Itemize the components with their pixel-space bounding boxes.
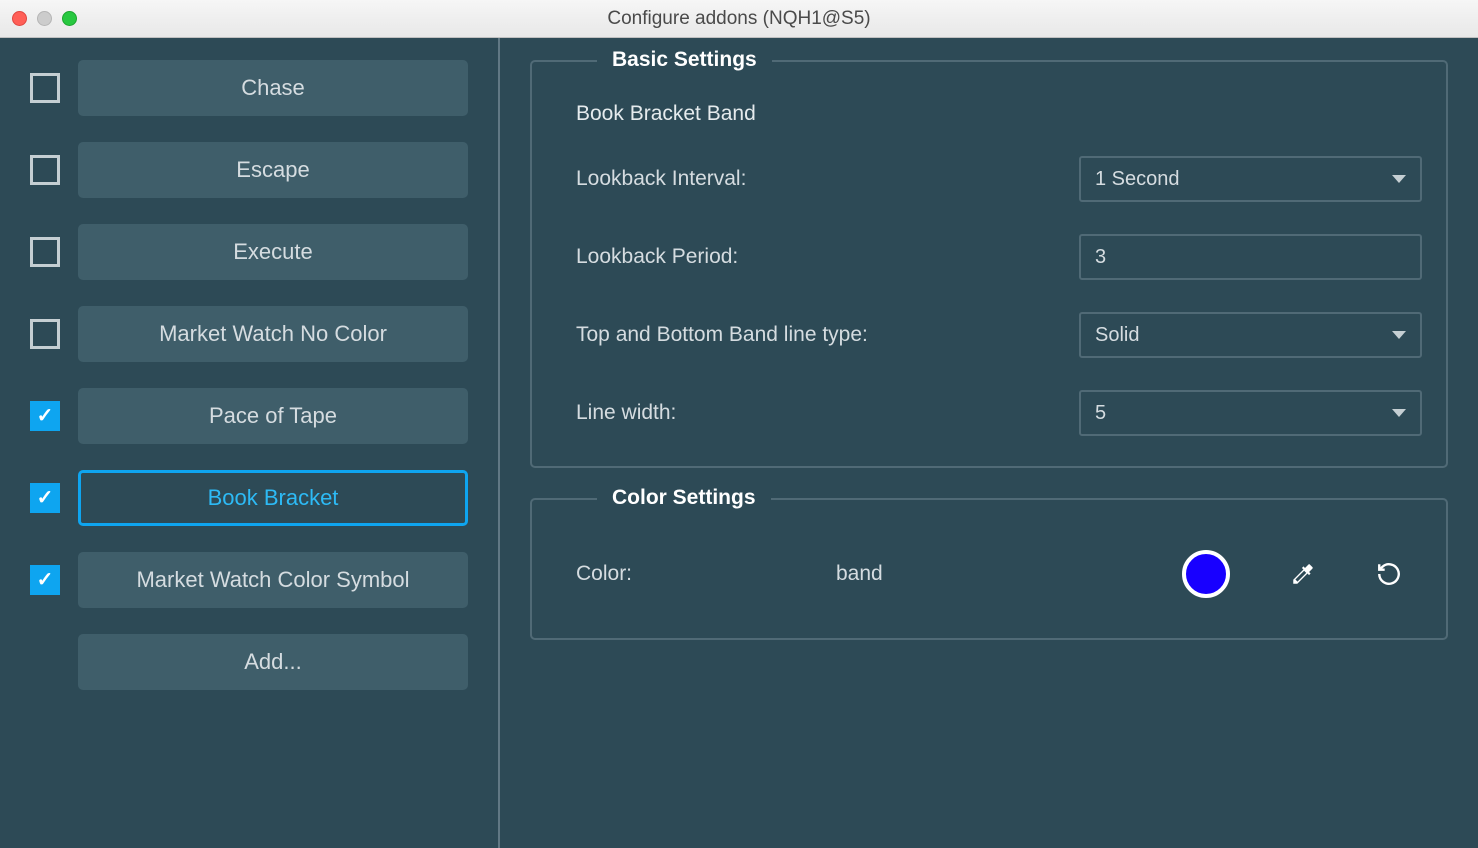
addon-row-market-watch-color-symbol: Market Watch Color Symbol: [30, 552, 468, 608]
addon-button-market-watch-no-color[interactable]: Market Watch No Color: [78, 306, 468, 362]
addon-button-market-watch-color-symbol[interactable]: Market Watch Color Symbol: [78, 552, 468, 608]
addon-row-pace-of-tape: Pace of Tape: [30, 388, 468, 444]
addon-row-escape: Escape: [30, 142, 468, 198]
lookback-period-row: Lookback Period:: [556, 234, 1422, 280]
maximize-window-button[interactable]: [62, 11, 77, 26]
addon-row-book-bracket: Book Bracket: [30, 470, 468, 526]
addon-checkbox-execute[interactable]: [30, 237, 60, 267]
band-line-type-value: Solid: [1095, 324, 1139, 347]
addon-list-panel: Chase Escape Execute Market Watch No Col…: [0, 38, 500, 848]
chevron-down-icon: [1392, 409, 1406, 417]
lookback-interval-value: 1 Second: [1095, 168, 1180, 191]
addon-row-add: Add...: [30, 634, 468, 690]
settings-panel: Basic Settings Book Bracket Band Lookbac…: [500, 38, 1478, 848]
color-label: Color:: [576, 562, 836, 586]
lookback-period-input[interactable]: [1079, 234, 1422, 280]
color-row: Color: band: [556, 530, 1422, 608]
addon-button-chase[interactable]: Chase: [78, 60, 468, 116]
addon-button-execute[interactable]: Execute: [78, 224, 468, 280]
lookback-period-label: Lookback Period:: [556, 245, 1079, 269]
chevron-down-icon: [1392, 175, 1406, 183]
line-width-row: Line width: 5: [556, 390, 1422, 436]
addon-checkbox-pace-of-tape[interactable]: [30, 401, 60, 431]
addon-button-escape[interactable]: Escape: [78, 142, 468, 198]
window-title: Configure addons (NQH1@S5): [607, 8, 870, 30]
addon-checkbox-chase[interactable]: [30, 73, 60, 103]
band-line-type-label: Top and Bottom Band line type:: [556, 323, 1079, 347]
color-settings-legend: Color Settings: [597, 486, 771, 510]
addon-checkbox-escape[interactable]: [30, 155, 60, 185]
addon-checkbox-book-bracket[interactable]: [30, 483, 60, 513]
window-controls: [12, 11, 77, 26]
close-window-button[interactable]: [12, 11, 27, 26]
minimize-window-button[interactable]: [37, 11, 52, 26]
add-addon-button[interactable]: Add...: [78, 634, 468, 690]
chevron-down-icon: [1392, 331, 1406, 339]
addon-button-book-bracket[interactable]: Book Bracket: [78, 470, 468, 526]
color-settings-fieldset: Color Settings Color: band: [530, 498, 1448, 640]
reset-icon[interactable]: [1376, 561, 1402, 587]
lookback-interval-select[interactable]: 1 Second: [1079, 156, 1422, 202]
addon-row-chase: Chase: [30, 60, 468, 116]
settings-title: Book Bracket Band: [576, 102, 1422, 126]
line-width-select[interactable]: 5: [1079, 390, 1422, 436]
line-width-value: 5: [1095, 402, 1106, 425]
addon-checkbox-market-watch-no-color[interactable]: [30, 319, 60, 349]
band-line-type-select[interactable]: Solid: [1079, 312, 1422, 358]
eyedropper-icon[interactable]: [1290, 561, 1316, 587]
addon-button-pace-of-tape[interactable]: Pace of Tape: [78, 388, 468, 444]
checkbox-spacer: [30, 647, 60, 677]
addon-row-market-watch-no-color: Market Watch No Color: [30, 306, 468, 362]
titlebar: Configure addons (NQH1@S5): [0, 0, 1478, 38]
basic-settings-legend: Basic Settings: [597, 48, 772, 72]
line-width-label: Line width:: [556, 401, 1079, 425]
basic-settings-fieldset: Basic Settings Book Bracket Band Lookbac…: [530, 60, 1448, 468]
addon-row-execute: Execute: [30, 224, 468, 280]
band-line-type-row: Top and Bottom Band line type: Solid: [556, 312, 1422, 358]
lookback-interval-row: Lookback Interval: 1 Second: [556, 156, 1422, 202]
addon-checkbox-market-watch-color-symbol[interactable]: [30, 565, 60, 595]
color-name: band: [836, 562, 1182, 586]
lookback-interval-label: Lookback Interval:: [556, 167, 1079, 191]
color-swatch[interactable]: [1182, 550, 1230, 598]
